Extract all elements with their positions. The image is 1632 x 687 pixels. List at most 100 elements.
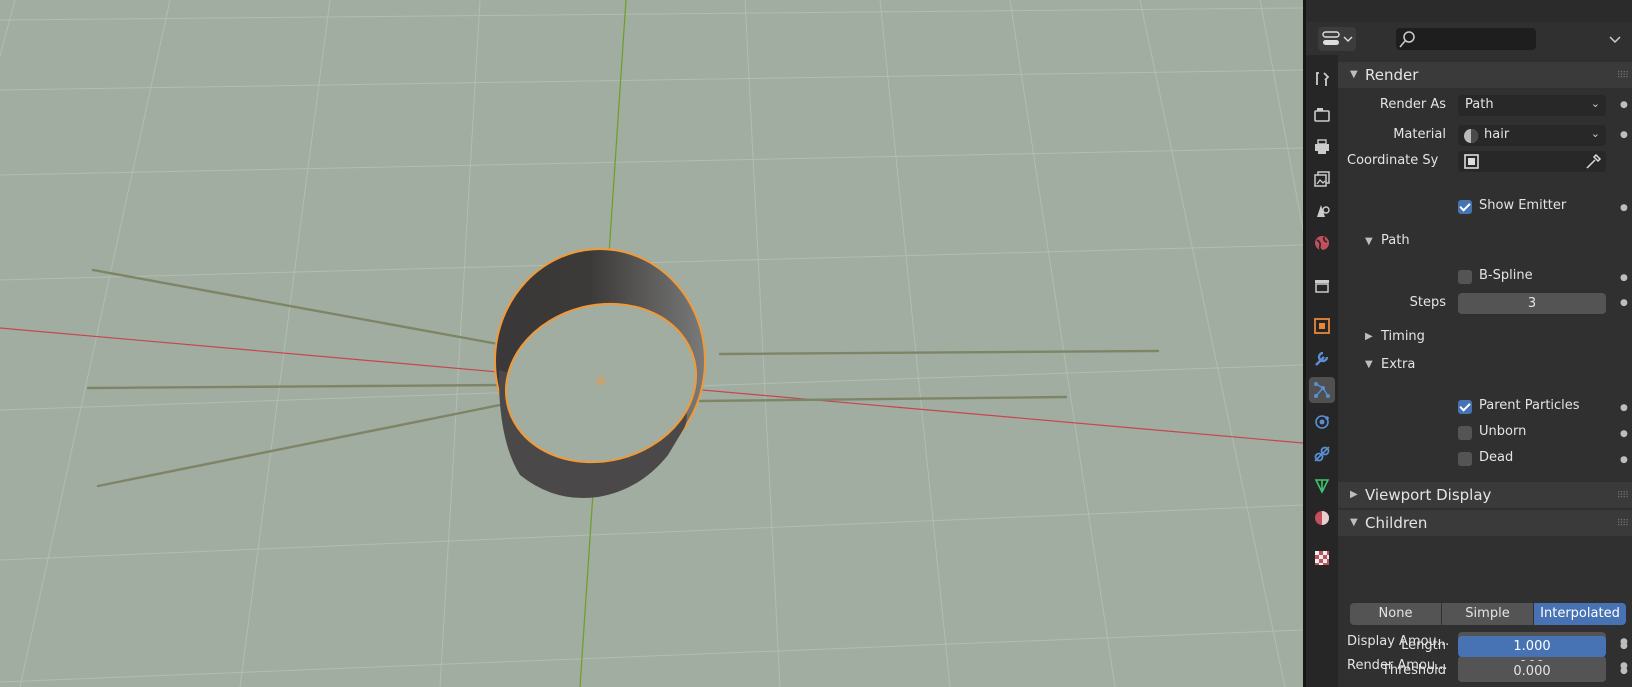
collection-box-icon <box>1315 280 1329 293</box>
world-globe-icon <box>1315 236 1329 251</box>
material-value: hair <box>1484 127 1510 142</box>
editor-type-icon <box>1322 31 1353 45</box>
bspline-label: B-Spline <box>1479 268 1533 283</box>
tab-modifiers[interactable] <box>1309 345 1335 371</box>
render-panel-title: Render <box>1365 66 1419 84</box>
bspline-checkbox[interactable] <box>1458 270 1472 284</box>
mesh-data-icon <box>1314 479 1330 494</box>
coordinate-system-label: Coordinate Sy <box>1347 153 1439 168</box>
unborn-checkbox[interactable] <box>1458 426 1472 440</box>
tab-view-layer[interactable] <box>1309 166 1335 192</box>
collapsed-triangle-icon: ▶ <box>1350 489 1358 500</box>
animate-property-dot[interactable]: ● <box>1620 100 1628 110</box>
editor-type-button[interactable] <box>1318 27 1356 51</box>
tab-scene[interactable] <box>1309 198 1335 224</box>
properties-header <box>1306 22 1632 55</box>
tab-physics[interactable] <box>1309 409 1335 435</box>
render-as-dropdown[interactable]: Path ⌄ <box>1458 95 1606 116</box>
particles-icon <box>1314 382 1330 398</box>
material-sphere-icon <box>1464 129 1478 143</box>
coordinate-system-field[interactable] <box>1458 151 1606 172</box>
chevron-down-icon: ⌄ <box>1590 97 1600 110</box>
tool-icon <box>1316 72 1330 86</box>
drag-grip-icon[interactable]: ⠿⠿ <box>1617 71 1629 81</box>
parent-particles-checkbox[interactable] <box>1458 400 1472 414</box>
unborn-label: Unborn <box>1479 424 1527 439</box>
animate-property-dot[interactable]: ● <box>1620 273 1628 283</box>
object-icon <box>1464 154 1479 169</box>
children-simple-button[interactable]: Simple <box>1442 603 1533 625</box>
printer-icon <box>1315 139 1329 154</box>
render-as-label: Render As <box>1379 97 1446 112</box>
children-interpolated-button[interactable]: Interpolated <box>1534 603 1626 625</box>
threshold-label: Threshold <box>1381 663 1446 678</box>
physics-orbit-icon <box>1315 415 1329 429</box>
tab-material[interactable] <box>1309 505 1335 531</box>
render-camera-icon <box>1314 108 1330 122</box>
length-field[interactable]: 1.000 <box>1458 636 1606 657</box>
tab-tool[interactable] <box>1309 66 1335 92</box>
render-as-value: Path <box>1465 97 1494 112</box>
threshold-field[interactable]: 0.000 <box>1458 661 1606 682</box>
tab-render[interactable] <box>1309 102 1335 128</box>
tab-texture[interactable] <box>1309 545 1335 571</box>
expand-triangle-icon: ▼ <box>1350 517 1358 528</box>
tab-object[interactable] <box>1309 313 1335 339</box>
animate-property-dot[interactable]: ● <box>1620 455 1628 465</box>
properties-tab-bar <box>1306 55 1338 687</box>
extra-subpanel-title: Extra <box>1381 357 1416 372</box>
dead-label: Dead <box>1479 450 1514 465</box>
children-panel-header[interactable]: ▼ Children ⠿⠿ <box>1338 510 1632 536</box>
children-length-threshold-group: Length 1.000 ● Threshold 0.000 ● <box>1338 635 1632 687</box>
show-emitter-checkbox[interactable] <box>1458 200 1472 214</box>
timing-subpanel-title: Timing <box>1381 329 1425 344</box>
viewport-display-title: Viewport Display <box>1365 486 1492 504</box>
material-sphere-icon <box>1315 511 1329 525</box>
tab-world[interactable] <box>1309 230 1335 256</box>
animate-property-dot[interactable]: ● <box>1620 641 1628 651</box>
options-dropdown-button[interactable] <box>1606 30 1624 48</box>
drag-grip-icon[interactable]: ⠿⠿ <box>1617 491 1629 501</box>
chevron-down-icon <box>1609 36 1621 44</box>
expand-triangle-icon: ▼ <box>1365 236 1373 247</box>
dead-checkbox[interactable] <box>1458 452 1472 466</box>
drag-grip-icon[interactable]: ⠿⠿ <box>1617 519 1629 529</box>
wrench-icon <box>1315 351 1329 366</box>
image-layers-icon <box>1314 171 1330 187</box>
collapsed-triangle-icon: ▶ <box>1365 331 1373 342</box>
expand-triangle-icon: ▼ <box>1350 69 1358 80</box>
animate-property-dot[interactable]: ● <box>1620 130 1628 140</box>
tab-data[interactable] <box>1309 473 1335 499</box>
parent-particles-label: Parent Particles <box>1479 398 1580 413</box>
3d-viewport[interactable] <box>0 0 1303 687</box>
search-field[interactable] <box>1396 28 1536 50</box>
tab-particles[interactable] <box>1309 377 1335 403</box>
steps-label: Steps <box>1409 295 1446 310</box>
children-none-button[interactable]: None <box>1350 603 1441 625</box>
eyedropper-icon[interactable] <box>1584 153 1602 171</box>
constraint-icon <box>1314 446 1330 462</box>
material-dropdown[interactable]: hair ⌄ <box>1458 125 1606 146</box>
length-label: Length <box>1401 638 1446 653</box>
animate-property-dot[interactable]: ● <box>1620 429 1628 439</box>
children-title: Children <box>1365 514 1428 532</box>
animate-property-dot[interactable]: ● <box>1620 403 1628 413</box>
tab-collection[interactable] <box>1309 272 1335 298</box>
chevron-down-icon: ⌄ <box>1590 127 1600 140</box>
animate-property-dot[interactable]: ● <box>1620 298 1628 308</box>
particle-properties-panel: ▼ Render ⠿⠿ Render As Path ⌄ ● Material … <box>1338 55 1632 687</box>
viewport-display-panel-header[interactable]: ▶ Viewport Display ⠿⠿ <box>1338 482 1632 508</box>
viewport-scene[interactable] <box>0 0 1303 687</box>
steps-field[interactable]: 3 <box>1458 293 1606 314</box>
animate-property-dot[interactable]: ● <box>1620 666 1628 676</box>
search-icon <box>1399 31 1415 48</box>
cylinder-object[interactable] <box>489 248 713 499</box>
scene-icon <box>1317 205 1330 217</box>
object-icon <box>1314 318 1330 334</box>
tab-output[interactable] <box>1309 134 1335 160</box>
animate-property-dot[interactable]: ● <box>1620 203 1628 213</box>
tab-constraints[interactable] <box>1309 441 1335 467</box>
expand-triangle-icon: ▼ <box>1365 359 1373 370</box>
render-panel-header[interactable]: ▼ Render ⠿⠿ <box>1338 62 1632 88</box>
material-label: Material <box>1393 127 1446 142</box>
